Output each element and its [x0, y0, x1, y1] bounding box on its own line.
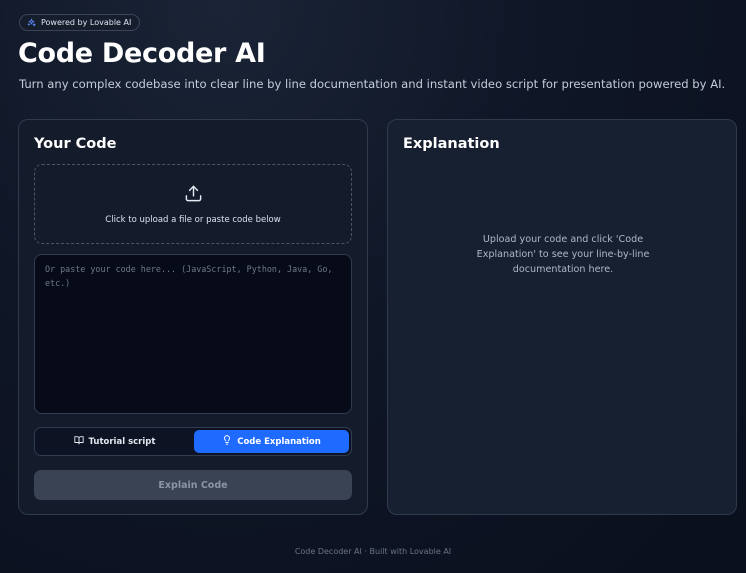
upload-instructions: Click to upload a file or paste code bel… [105, 214, 281, 225]
explanation-panel: Explanation Upload your code and click '… [387, 119, 737, 515]
lightbulb-icon [222, 435, 232, 448]
explanation-empty-message: Upload your code and click 'Code Explana… [476, 234, 650, 275]
powered-by-badge: Powered by Lovable AI [19, 14, 141, 31]
footer-text: Code Decoder AI · Built with Lovable AI [294, 547, 452, 556]
code-input[interactable] [34, 254, 352, 414]
tutorial-script-label: Tutorial script [88, 436, 156, 447]
code-panel: Your Code Click to upload a file or past… [18, 119, 368, 515]
book-icon [73, 435, 84, 448]
file-upload-dropzone[interactable]: Click to upload a file or paste code bel… [34, 164, 352, 244]
code-panel-title: Your Code [34, 136, 117, 152]
code-explanation-label: Code Explanation [237, 436, 321, 447]
explanation-panel-title: Explanation [403, 136, 500, 152]
tutorial-script-tab[interactable]: Tutorial script [37, 430, 192, 453]
sparkle-icon [27, 18, 36, 27]
explain-code-button[interactable]: Explain Code [34, 470, 352, 500]
upload-icon [184, 184, 203, 207]
page-title: Code Decoder AI [18, 38, 266, 69]
code-explanation-tab[interactable]: Code Explanation [194, 430, 349, 453]
page-subtitle: Turn any complex codebase into clear lin… [19, 77, 726, 91]
badge-label: Powered by Lovable AI [41, 18, 132, 27]
mode-toggle: Tutorial script Code Explanation [34, 427, 352, 456]
